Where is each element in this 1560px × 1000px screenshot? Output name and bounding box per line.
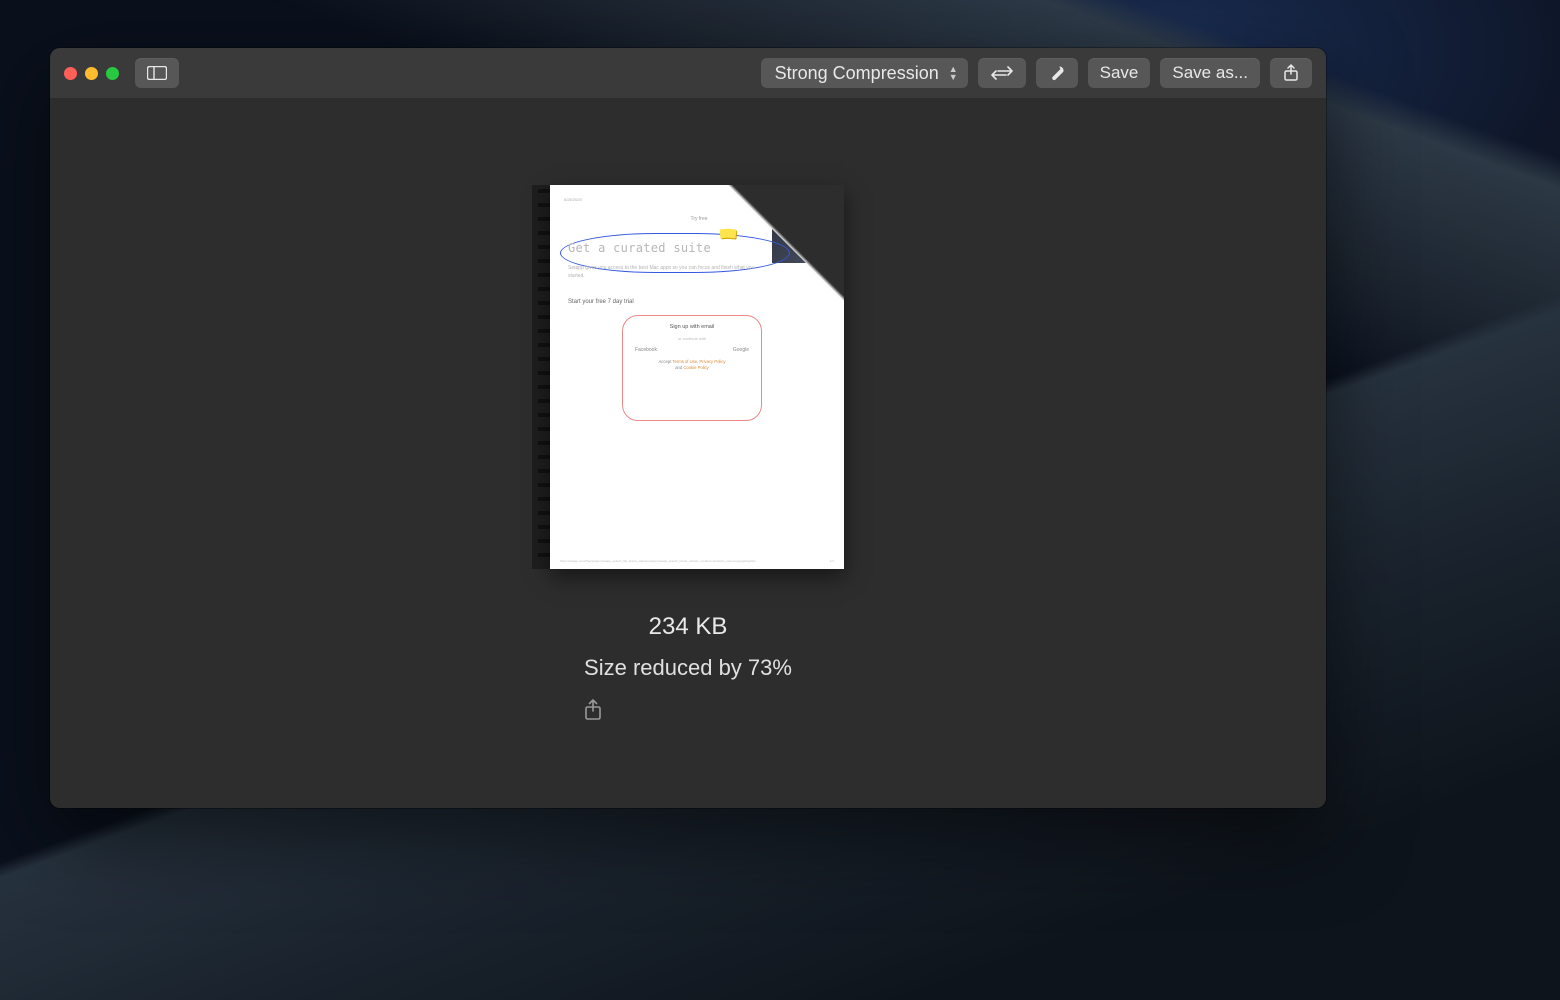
doc-date: 5/26/2020 xyxy=(564,197,582,202)
save-as-button-label: Save as... xyxy=(1172,63,1248,83)
signup-terms: Accept Terms of Use, Privacy Policy and … xyxy=(659,359,726,372)
swap-arrows-icon xyxy=(990,66,1014,80)
signup-continue: or continue with xyxy=(678,336,706,341)
window-controls xyxy=(64,67,119,80)
app-window: Strong Compression ▲▼ Save xyxy=(50,48,1326,808)
doc-footer-url: https://setapp.com/?campaign=setapp_sear… xyxy=(560,559,759,563)
save-button-label: Save xyxy=(1100,63,1139,83)
toolbar-right: Strong Compression ▲▼ Save xyxy=(761,58,1312,88)
doc-subtext: Setapp gives you access to the best Mac … xyxy=(568,265,758,280)
minimize-window-button[interactable] xyxy=(85,67,98,80)
swap-button[interactable] xyxy=(978,58,1026,88)
content-area: 5/26/2020 Setapp | The best apps for Mac… xyxy=(50,98,1326,808)
save-button[interactable]: Save xyxy=(1088,58,1151,88)
sidebar-icon xyxy=(147,66,167,80)
document-page: 5/26/2020 Setapp | The best apps for Mac… xyxy=(550,185,844,569)
result-stats: 234 KB Size reduced by 73% xyxy=(584,587,792,721)
sticky-note-annotation xyxy=(720,225,736,241)
select-stepper-icon: ▲▼ xyxy=(949,65,958,81)
compression-level-select[interactable]: Strong Compression ▲▼ xyxy=(761,58,968,88)
share-icon xyxy=(584,699,602,721)
titlebar: Strong Compression ▲▼ Save xyxy=(50,48,1326,98)
red-rounded-annotation: Sign up with email or continue with Face… xyxy=(622,315,762,421)
reduction-label: Size reduced by 73% xyxy=(584,655,792,681)
file-size-label: 234 KB xyxy=(584,613,792,641)
wrench-icon xyxy=(1048,64,1066,82)
zoom-window-button[interactable] xyxy=(106,67,119,80)
doc-trial: Start your free 7 day trial xyxy=(568,299,634,305)
share-result-button[interactable] xyxy=(584,699,792,721)
share-icon xyxy=(1283,64,1299,82)
signup-title: Sign up with email xyxy=(670,324,715,330)
close-window-button[interactable] xyxy=(64,67,77,80)
toggle-sidebar-button[interactable] xyxy=(135,58,179,88)
doc-page-number: 1/1 xyxy=(830,559,834,563)
compression-level-label: Strong Compression xyxy=(775,63,939,84)
share-button[interactable] xyxy=(1270,58,1312,88)
document-preview[interactable]: 5/26/2020 Setapp | The best apps for Mac… xyxy=(532,185,844,569)
signup-facebook: Facebook xyxy=(635,347,657,353)
tools-button[interactable] xyxy=(1036,58,1078,88)
doc-headline: Get a curated suite xyxy=(568,241,711,255)
save-as-button[interactable]: Save as... xyxy=(1160,58,1260,88)
signup-google: Google xyxy=(733,347,749,353)
